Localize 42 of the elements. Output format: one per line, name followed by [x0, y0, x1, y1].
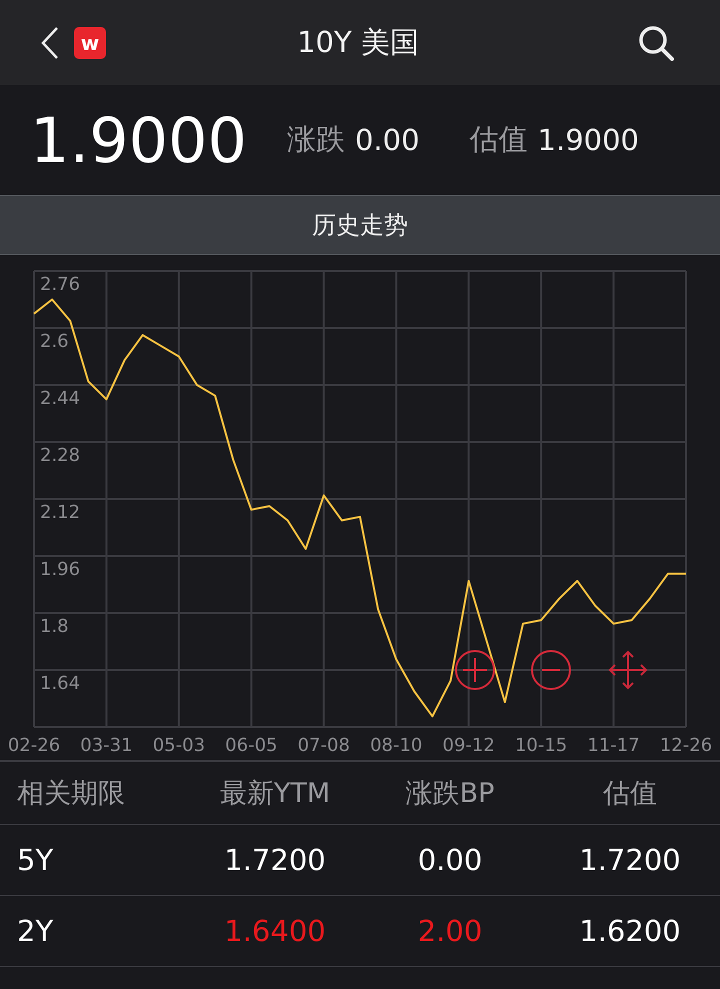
- y-tick-label: 1.64: [40, 673, 80, 694]
- ytm-cell-text: 1.7200: [223, 843, 327, 877]
- x-tick-label: 08-10: [370, 735, 422, 756]
- price-value: 1.9000: [30, 104, 247, 176]
- zoom-in-icon[interactable]: [455, 650, 495, 690]
- column-header: 估值: [602, 777, 658, 811]
- column-header: 涨跌BP: [404, 777, 496, 811]
- x-tick-label: 06-05: [225, 735, 278, 756]
- y-tick-label: 2.28: [40, 445, 80, 466]
- x-tick-label: 07-08: [298, 735, 350, 756]
- x-tick-label: 05-03: [152, 735, 206, 756]
- y-tick-label: 1.8: [40, 616, 69, 637]
- x-tick-label: 12-26: [660, 735, 712, 756]
- y-tick-label: 1.96: [40, 559, 80, 580]
- x-tick-label: 11-17: [587, 735, 640, 756]
- change-cell-text: 2.00: [416, 914, 484, 948]
- y-tick-label: 2.44: [40, 388, 80, 409]
- valuation-label: 估值: [470, 121, 528, 158]
- app-logo: w: [74, 26, 106, 58]
- y-tick-label: 2.12: [40, 502, 80, 523]
- valuation-value: 1.9000: [538, 123, 640, 157]
- x-tick-label: 09-12: [442, 735, 495, 756]
- x-tick-label: 10-15: [514, 735, 568, 756]
- column-header: 相关期限: [16, 777, 126, 811]
- zoom-out-icon[interactable]: [531, 650, 571, 690]
- term-cell-text: 2Y: [16, 914, 54, 948]
- page-title: 10Y 美国: [297, 24, 419, 60]
- valuation-cell-text: 1.6200: [578, 914, 682, 948]
- x-tick-label: 02-26: [8, 735, 60, 756]
- history-tab[interactable]: 历史走势: [0, 195, 720, 255]
- change-cell-text: 0.00: [416, 843, 484, 877]
- x-tick-label: 03-31: [80, 735, 133, 756]
- change-value: 0.00: [354, 123, 420, 157]
- column-header: 最新YTM: [218, 777, 332, 811]
- change-label: 涨跌: [286, 121, 345, 158]
- move-icon[interactable]: [608, 650, 648, 690]
- term-cell-text: 5Y: [16, 843, 54, 877]
- ytm-cell-text: 1.6400: [223, 914, 327, 948]
- valuation-cell-text: 1.7200: [578, 843, 682, 877]
- y-tick-label: 2.76: [40, 274, 80, 295]
- back-icon[interactable]: [40, 26, 60, 60]
- y-tick-label: 2.6: [40, 331, 69, 352]
